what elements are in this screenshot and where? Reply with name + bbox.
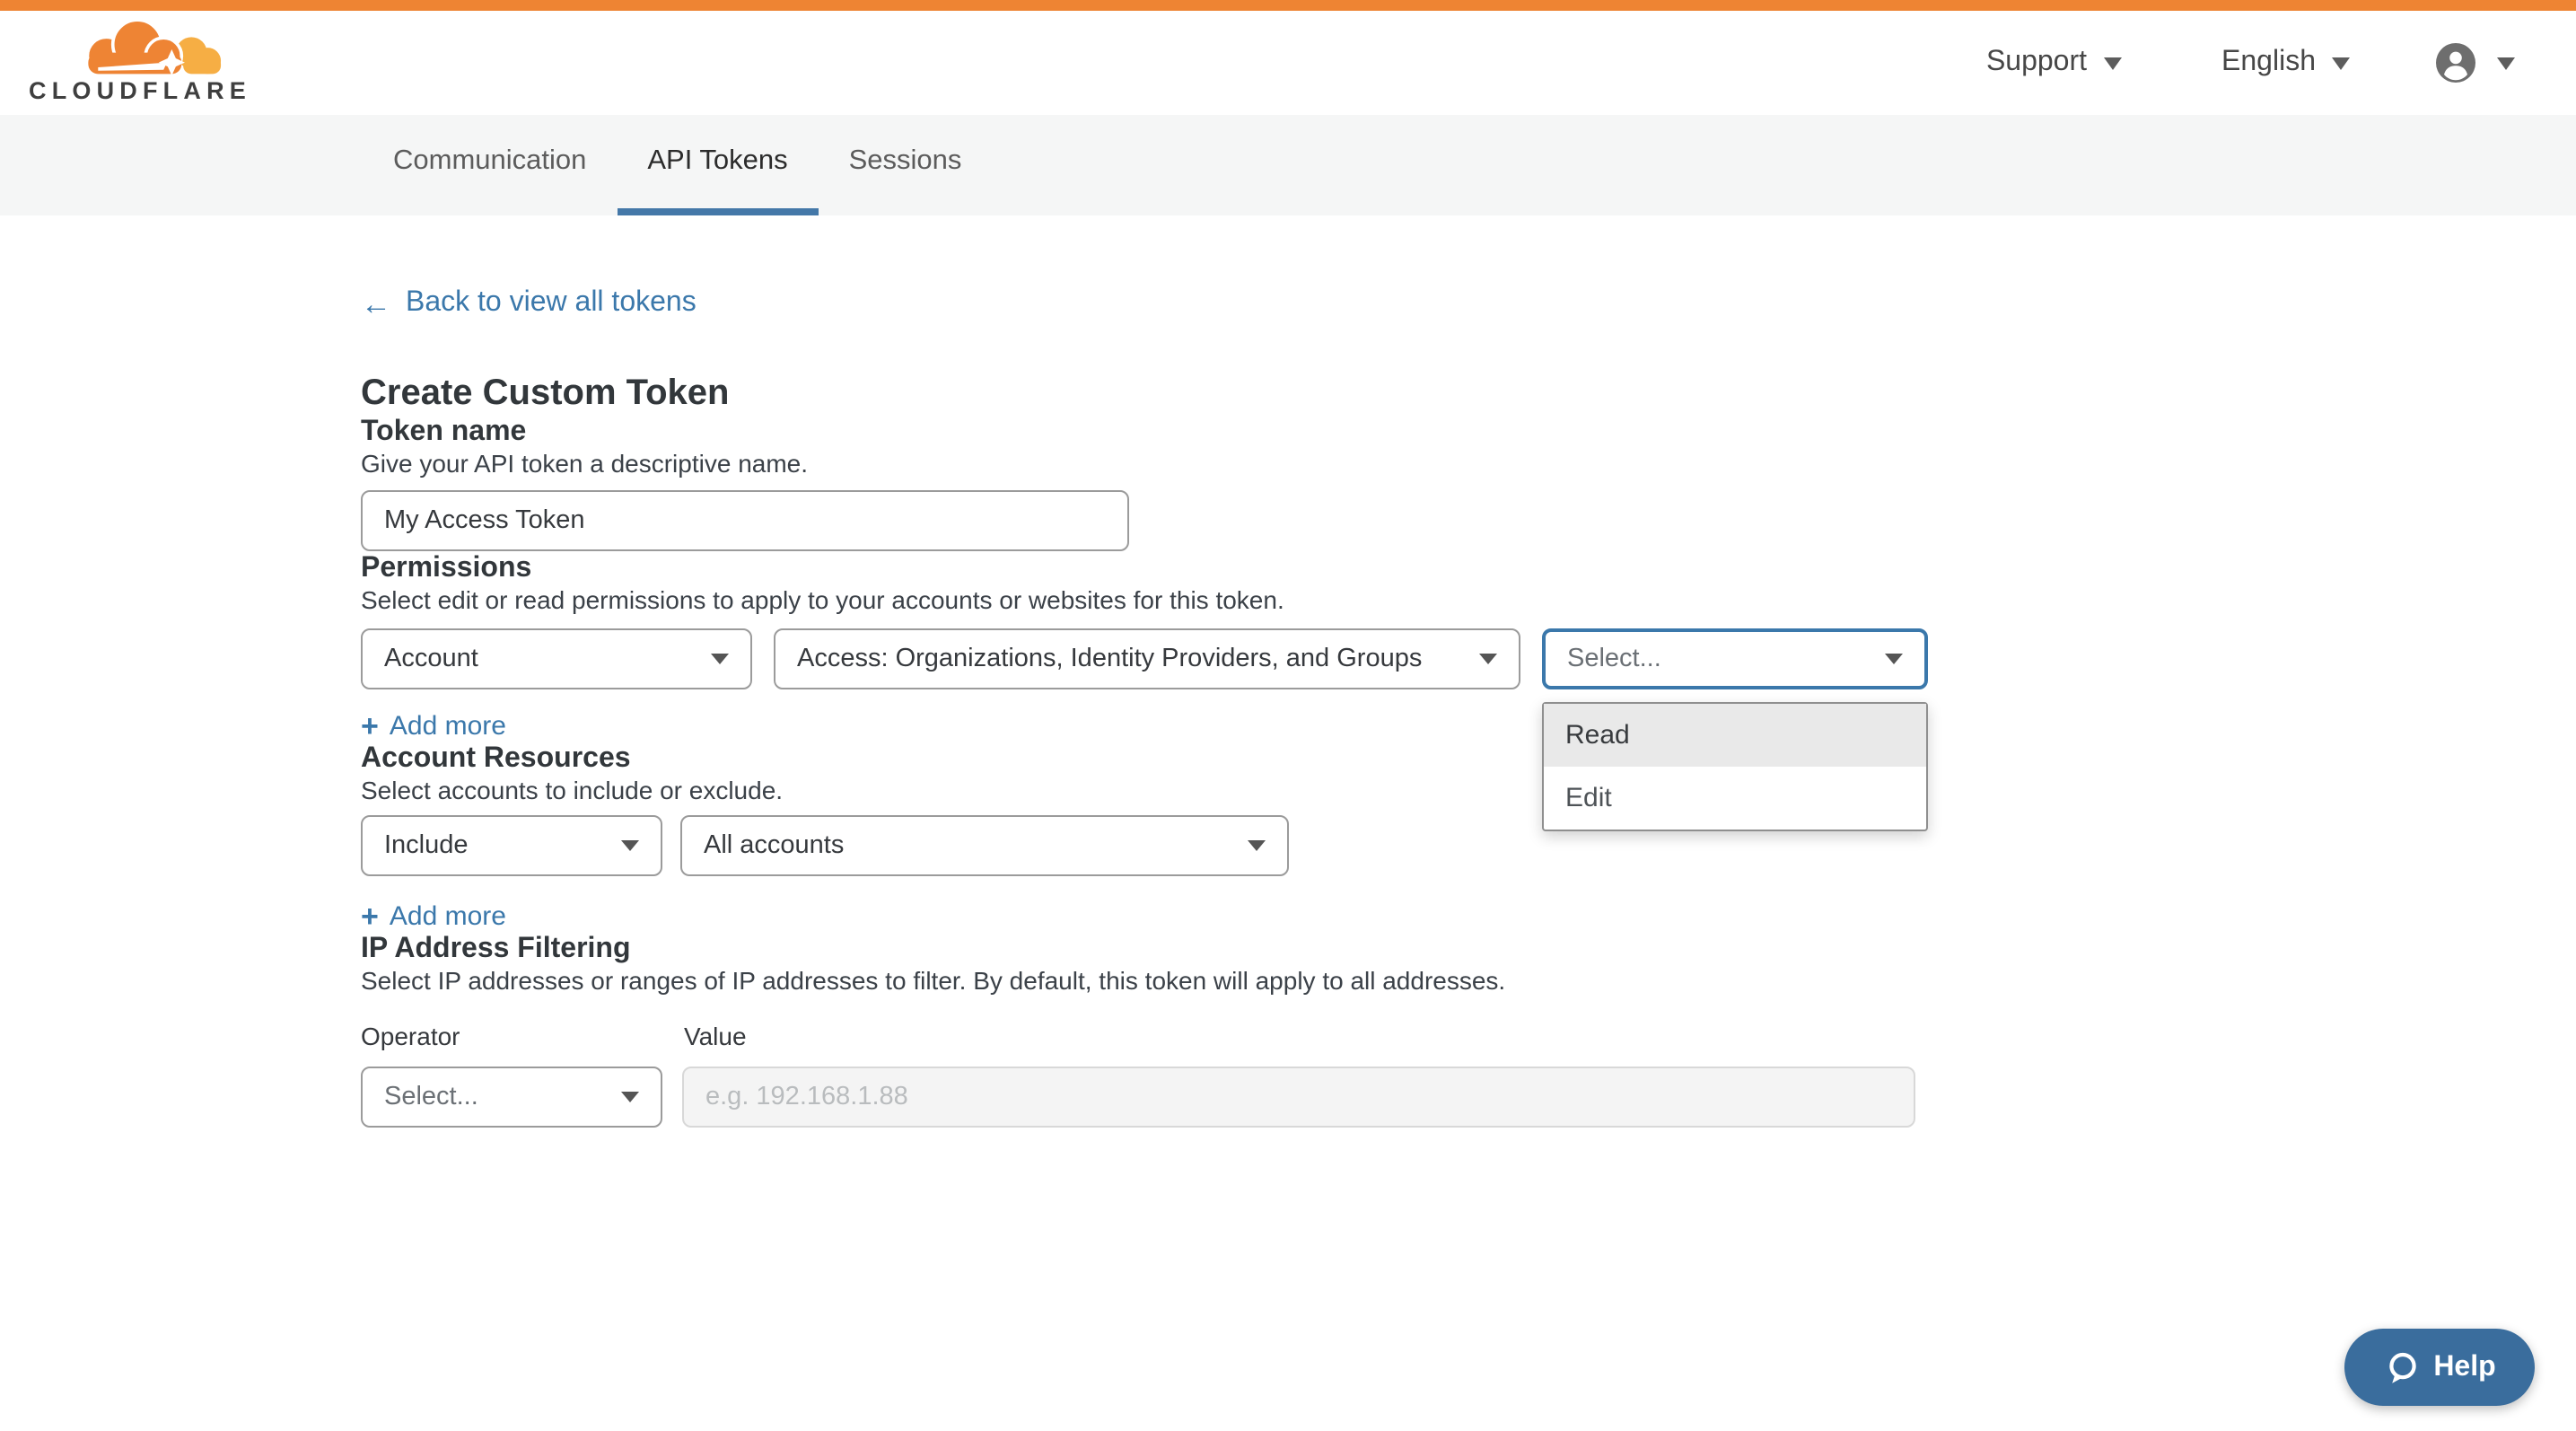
page-title: Create Custom Token bbox=[361, 372, 2576, 415]
chevron-down-icon bbox=[1479, 654, 1497, 664]
ip-filtering-description: Select IP addresses or ranges of IP addr… bbox=[361, 966, 2576, 996]
permission-level-select[interactable]: Select... bbox=[1542, 628, 1928, 689]
value-label: Value bbox=[684, 1022, 747, 1052]
global-header: CLOUDFLARE Support English bbox=[0, 11, 2576, 115]
chevron-down-icon bbox=[711, 654, 729, 664]
resource-accounts-select[interactable]: All accounts bbox=[680, 815, 1289, 876]
token-name-heading: Token name bbox=[361, 415, 2576, 449]
permission-group-value: Access: Organizations, Identity Provider… bbox=[797, 645, 1422, 673]
ip-operator-value: Select... bbox=[384, 1083, 478, 1111]
chevron-down-icon bbox=[2332, 57, 2350, 69]
add-more-label: Add more bbox=[390, 711, 506, 742]
permission-level-value: Select... bbox=[1567, 645, 1661, 673]
chevron-down-icon bbox=[2103, 57, 2121, 69]
ip-filtering-inputs: Select... bbox=[361, 1067, 2576, 1128]
page: CLOUDFLARE Support English Communication… bbox=[0, 0, 2576, 1431]
plus-icon: + bbox=[361, 711, 379, 742]
cloudflare-wordmark: CLOUDFLARE bbox=[29, 80, 251, 104]
tab-communication[interactable]: Communication bbox=[363, 115, 617, 215]
permissions-select-row: Account Access: Organizations, Identity … bbox=[361, 628, 2576, 689]
ip-operator-select[interactable]: Select... bbox=[361, 1067, 662, 1128]
chevron-down-icon bbox=[621, 840, 639, 851]
tab-api-tokens[interactable]: API Tokens bbox=[617, 115, 818, 215]
permissions-add-more-link[interactable]: + Add more bbox=[361, 711, 506, 742]
permission-scope-value: Account bbox=[384, 645, 478, 673]
permission-level-dropdown-menu: Read Edit bbox=[1542, 702, 1928, 831]
language-menu[interactable]: English bbox=[2221, 47, 2350, 79]
add-more-label: Add more bbox=[390, 901, 506, 932]
chevron-down-icon bbox=[1248, 840, 1266, 851]
token-name-description: Give your API token a descriptive name. bbox=[361, 449, 2576, 479]
resource-include-value: Include bbox=[384, 831, 469, 860]
plus-icon: + bbox=[361, 901, 379, 932]
permissions-description: Select edit or read permissions to apply… bbox=[361, 585, 2576, 616]
chevron-down-icon bbox=[2497, 57, 2515, 69]
back-arrow-icon: ← bbox=[361, 288, 391, 319]
back-to-tokens-link[interactable]: ← Back to view all tokens bbox=[361, 287, 697, 320]
ip-filtering-labels: Operator Value bbox=[361, 1022, 2576, 1052]
menu-option-read[interactable]: Read bbox=[1544, 704, 1926, 767]
ip-value-input[interactable] bbox=[682, 1067, 1915, 1128]
chat-bubble-icon bbox=[2383, 1349, 2419, 1385]
account-menu[interactable] bbox=[2436, 43, 2515, 83]
help-button-label: Help bbox=[2433, 1351, 2495, 1383]
cloudflare-cloud-icon bbox=[68, 22, 226, 78]
chevron-down-icon bbox=[621, 1092, 639, 1102]
support-menu[interactable]: Support bbox=[1986, 47, 2121, 79]
token-name-input[interactable] bbox=[361, 490, 1129, 551]
profile-tabbar: Communication API Tokens Sessions bbox=[0, 115, 2576, 215]
operator-label: Operator bbox=[361, 1022, 684, 1052]
cloudflare-logo[interactable]: CLOUDFLARE bbox=[29, 22, 251, 104]
support-menu-label: Support bbox=[1986, 47, 2087, 79]
permission-level-select-wrap: Select... Read Edit bbox=[1542, 628, 1928, 689]
main-content: ← Back to view all tokens Create Custom … bbox=[0, 215, 2576, 1128]
resources-add-more-link[interactable]: + Add more bbox=[361, 901, 506, 932]
permissions-heading: Permissions bbox=[361, 551, 2576, 585]
menu-option-edit[interactable]: Edit bbox=[1544, 767, 1926, 830]
chevron-down-icon bbox=[1885, 654, 1903, 664]
account-resources-heading: Account Resources bbox=[361, 742, 2576, 776]
permission-group-select[interactable]: Access: Organizations, Identity Provider… bbox=[774, 628, 1520, 689]
tab-sessions[interactable]: Sessions bbox=[819, 115, 993, 215]
account-resources-description: Select accounts to include or exclude. bbox=[361, 776, 2576, 806]
language-menu-label: English bbox=[2221, 47, 2316, 79]
user-avatar-icon bbox=[2436, 43, 2475, 83]
top-accent-bar bbox=[0, 0, 2576, 11]
account-resources-select-row: Include All accounts bbox=[361, 815, 2576, 876]
back-link-label: Back to view all tokens bbox=[406, 287, 697, 320]
help-button[interactable]: Help bbox=[2344, 1329, 2535, 1406]
ip-filtering-heading: IP Address Filtering bbox=[361, 932, 2576, 966]
permission-scope-select[interactable]: Account bbox=[361, 628, 752, 689]
resource-include-select[interactable]: Include bbox=[361, 815, 662, 876]
resource-accounts-value: All accounts bbox=[704, 831, 844, 860]
